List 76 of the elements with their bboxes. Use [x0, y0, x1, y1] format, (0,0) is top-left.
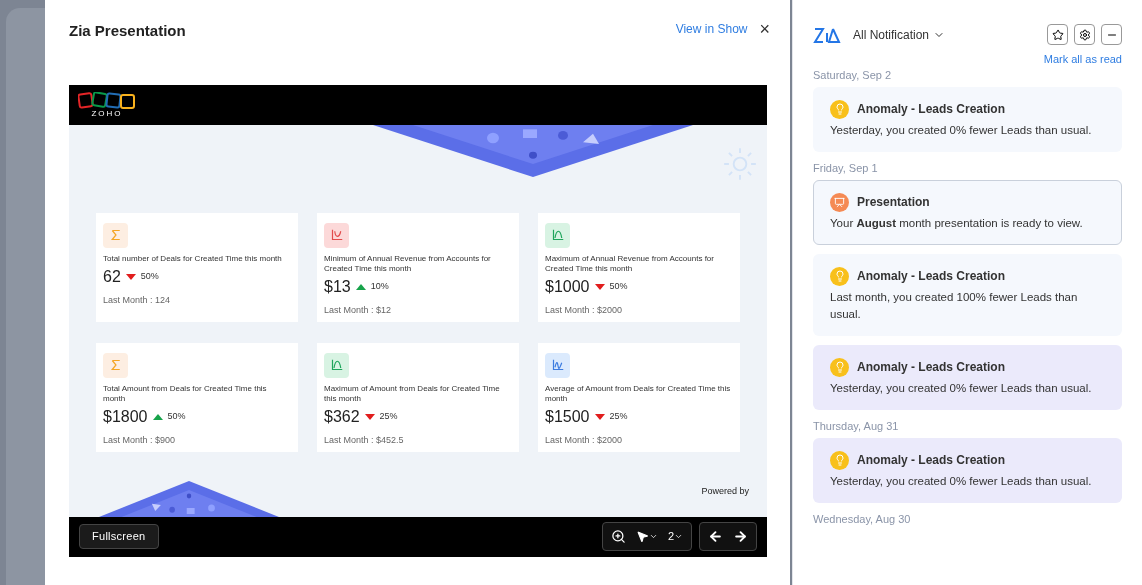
- kpi-value: $1500: [545, 406, 590, 427]
- notification-card[interactable]: Presentation Your August month presentation is ready to view.: [813, 179, 1122, 245]
- kpi-title: Maximum of Annual Revenue from Accounts for Created Time this month: [545, 253, 715, 274]
- kpi-last-month: Last Month : $12: [324, 303, 393, 317]
- kpi-title: Total Amount from Deals for Created Time this month: [103, 383, 268, 404]
- kpi-value: $362: [324, 406, 360, 427]
- notification-card[interactable]: Anomaly - Leads Creation Yesterday, you created 0% fewer Leads than usual.: [813, 437, 1122, 503]
- close-button[interactable]: ×: [759, 20, 770, 38]
- notification-filter-dropdown[interactable]: All Notification: [853, 25, 946, 44]
- fullscreen-button[interactable]: Fullscreen: [79, 524, 159, 549]
- date-heading: Wednesday, Aug 30: [813, 511, 912, 526]
- notification-title: Anomaly - Leads Creation: [857, 101, 1006, 118]
- kpi-last-month: Last Month : $900: [103, 433, 177, 447]
- logo-squares-icon: [78, 91, 136, 110]
- kpi-last-month: Last Month : $2000: [545, 303, 624, 317]
- settings-button[interactable]: [1074, 24, 1095, 45]
- kpi-change: 10%: [370, 279, 389, 293]
- kpi-change: 50%: [167, 409, 186, 423]
- kpi-last-month: Last Month : $452.5: [324, 433, 405, 447]
- notification-title: Anomaly - Leads Creation: [857, 452, 1006, 469]
- notification-text: Your August month presentation is ready to view.: [830, 215, 1084, 231]
- notification-text: Yesterday, you created 0% fewer Leads than usual.: [830, 473, 1093, 489]
- caret-icon: [674, 532, 683, 541]
- settings-icon: [1078, 28, 1091, 41]
- logo-text: ZOHO: [91, 109, 123, 118]
- kpi-last-month: Last Month : 124: [103, 293, 172, 307]
- next-button[interactable]: [733, 529, 748, 544]
- lightbulb-icon: [830, 266, 849, 286]
- presentation-icon: [830, 192, 849, 212]
- kpi-last-month: Last Month : $2000: [545, 433, 624, 447]
- kpi-value: $1800: [103, 406, 148, 427]
- sigma-icon: [103, 352, 128, 378]
- kpi-change: 50%: [609, 279, 628, 293]
- notification-card[interactable]: Anomaly - Leads Creation Yesterday, you created 0% fewer Leads than usual.: [813, 344, 1122, 410]
- date-heading: Thursday, Aug 31: [813, 418, 900, 433]
- max-chart-icon: [324, 352, 349, 378]
- notification-title: Presentation: [857, 194, 930, 211]
- kpi-value: $13: [324, 276, 351, 297]
- lightbulb-icon: [830, 450, 849, 470]
- max-chart-icon: [545, 222, 570, 248]
- view-in-show-link[interactable]: View in Show: [675, 20, 748, 38]
- min-chart-icon: [324, 222, 349, 248]
- notification-title: Anomaly - Leads Creation: [857, 268, 1006, 285]
- zoom-in-button[interactable]: [610, 529, 626, 544]
- favorite-button[interactable]: [1047, 24, 1068, 45]
- pointer-dropdown[interactable]: [635, 530, 658, 543]
- pointer-icon: [635, 530, 649, 543]
- notification-text: Yesterday, you created 0% fewer Leads than usual.: [830, 380, 1093, 396]
- kpi-title: Average of Amount from Deals for Created Time this month: [545, 383, 732, 404]
- line-chart-icon: [545, 352, 570, 378]
- notification-card[interactable]: Anomaly - Leads Creation Last month, you created 100% fewer Leads than usual.: [813, 253, 1122, 336]
- notification-text: Yesterday, you created 0% fewer Leads than usual.: [830, 122, 1093, 138]
- page-dropdown[interactable]: 2: [667, 528, 683, 545]
- kpi-change: 25%: [609, 409, 628, 423]
- date-heading: Friday, Sep 1: [813, 160, 879, 175]
- sigma-icon: [103, 222, 128, 248]
- kpi-title: Minimum of Annual Revenue from Accounts for Created Time this month: [324, 253, 492, 274]
- kpi-change: 50%: [140, 269, 159, 283]
- previous-button[interactable]: [708, 529, 723, 544]
- notification-card[interactable]: Anomaly - Leads Creation Yesterday, you created 0% fewer Leads than usual.: [813, 86, 1122, 152]
- lightbulb-icon: [830, 357, 849, 377]
- notification-title: Anomaly - Leads Creation: [857, 359, 1006, 376]
- lightbulb-icon: [830, 99, 849, 119]
- kpi-title: Total number of Deals for Created Time this month: [103, 253, 283, 264]
- notification-text: Last month, you created 100% fewer Leads than usual.: [830, 289, 1079, 322]
- kpi-value: $1000: [545, 276, 590, 297]
- date-heading: Saturday, Sep 2: [813, 67, 893, 82]
- kpi-value: 62: [103, 266, 121, 287]
- modal-title: Zia Presentation: [69, 21, 186, 41]
- kpi-change: 25%: [379, 409, 398, 423]
- kpi-title: Maximum of Amount from Deals for Created Time this month: [324, 383, 501, 404]
- powered-by-text: Powered by: [701, 485, 749, 498]
- mark-all-read-link[interactable]: Mark all as read: [1043, 51, 1122, 68]
- caret-icon: [648, 532, 658, 541]
- minimize-button[interactable]: [1101, 24, 1122, 45]
- star-icon: [1051, 28, 1064, 41]
